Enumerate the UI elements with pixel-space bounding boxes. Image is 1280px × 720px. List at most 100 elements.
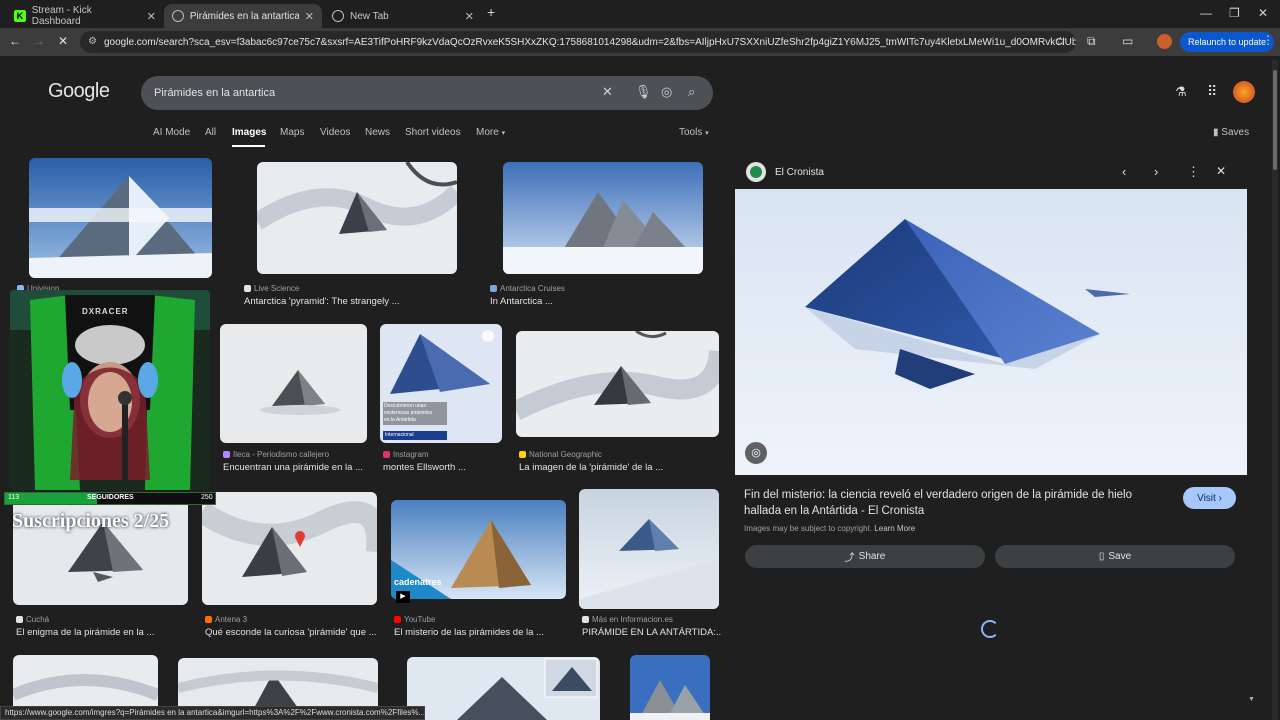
browser-toolbar: ← → ✕ ⚙ google.com/search?sca_esv=f3abac… [0, 28, 1280, 56]
pyramid-sky-image [407, 657, 600, 720]
result-source[interactable]: National Geographic [519, 450, 602, 459]
new-tab-plus-icon[interactable]: + [487, 4, 495, 20]
result-source[interactable]: Instagram [383, 450, 429, 459]
back-arrow-icon[interactable]: ← [9, 34, 21, 48]
account-avatar[interactable] [1233, 81, 1255, 103]
result-image[interactable] [29, 158, 212, 278]
visit-label: Visit [1197, 492, 1216, 504]
address-bar[interactable]: ⚙ google.com/search?sca_esv=f3abac6c97ce… [80, 31, 1076, 53]
site-logo[interactable] [746, 162, 766, 182]
tab-new-tab[interactable]: New Tab ✕ [324, 4, 482, 28]
maximize-icon[interactable]: ❐ [1229, 6, 1240, 20]
result-image[interactable] [13, 492, 188, 605]
google-logo[interactable]: Google [48, 80, 110, 103]
tab-news[interactable]: News [365, 127, 390, 138]
window-close-icon[interactable]: ✕ [1258, 6, 1268, 20]
tab-maps[interactable]: Maps [280, 127, 304, 138]
result-caption[interactable]: Qué esconde la curiosa 'pirámide' que ..… [205, 627, 380, 638]
tab-title: Stream - Kick Dashboard [31, 5, 92, 27]
tab-more[interactable]: More ▾ [476, 127, 505, 138]
relaunch-to-update-button[interactable]: Relaunch to update [1180, 32, 1275, 52]
stop-loading-icon[interactable]: ✕ [58, 34, 68, 48]
source-name: Más en Informacion.es [592, 615, 673, 624]
preview-site-name[interactable]: El Cronista [775, 167, 824, 178]
result-caption[interactable]: PIRÁMIDE EN LA ANTÁRTIDA:... [582, 627, 722, 638]
result-image[interactable] [220, 324, 367, 443]
tab-google-search[interactable]: Pirámides en la antartica - Goo ✕ [164, 4, 322, 28]
result-source[interactable]: YouTube [394, 615, 435, 624]
cadenatres-logo: cadenatres [394, 577, 442, 587]
scrollbar-thumb[interactable] [1273, 70, 1277, 170]
result-image[interactable]: cadenatres [391, 500, 566, 599]
saves-button[interactable]: ▮ Saves [1213, 127, 1249, 138]
site-info-icon[interactable]: ⚙ [88, 36, 97, 47]
result-caption[interactable]: La imagen de la 'pirámide' de la ... [519, 462, 719, 473]
result-image[interactable] [630, 655, 710, 720]
result-image[interactable] [579, 489, 719, 609]
share-label: Share [858, 551, 886, 562]
search-icon[interactable]: ⌕ [688, 84, 695, 100]
close-preview-icon[interactable]: ✕ [1216, 164, 1226, 178]
menu-kebab-icon[interactable]: ⋮ [1262, 33, 1274, 47]
labs-flask-icon[interactable]: ⚗ [1175, 84, 1187, 100]
result-caption[interactable]: El misterio de las pirámides de la ... [394, 627, 569, 638]
blue-pyramid-image [380, 324, 502, 443]
loading-spinner [981, 620, 999, 638]
forward-arrow-icon[interactable]: → [33, 34, 45, 48]
panel-scroll-down-icon[interactable]: ▼ [1248, 696, 1255, 703]
minimize-icon[interactable]: — [1200, 6, 1212, 20]
close-icon[interactable]: ✕ [305, 10, 314, 23]
source-name: YouTube [404, 615, 436, 624]
learn-more-link[interactable]: Learn More [874, 524, 915, 533]
result-source[interactable]: Antena 3 [205, 615, 247, 624]
previous-chevron-icon[interactable]: ‹ [1122, 164, 1126, 179]
result-caption[interactable]: In Antarctica ... [490, 296, 710, 307]
result-image[interactable] [503, 162, 703, 274]
result-image[interactable] [516, 331, 719, 437]
tab-images[interactable]: Images [232, 127, 266, 138]
result-caption[interactable]: Antarctica 'pyramid': The strangely ... [244, 296, 464, 307]
result-source[interactable]: Live Science [244, 284, 299, 293]
tab-all[interactable]: All [205, 127, 216, 138]
result-source[interactable]: Más en Informacion.es [582, 615, 673, 624]
result-image[interactable] [202, 492, 377, 605]
result-image[interactable] [257, 162, 457, 274]
preview-image[interactable]: ◎ [735, 189, 1247, 475]
overlay-line: misteriosas pirámides [384, 410, 433, 416]
profile-avatar[interactable] [1157, 34, 1172, 49]
more-options-icon[interactable]: ⋮ [1187, 164, 1200, 180]
result-source[interactable]: Cuchá [16, 615, 49, 624]
aerial-snow-pyramid-image [257, 162, 457, 274]
close-icon[interactable]: ✕ [465, 10, 474, 23]
result-caption[interactable]: El enigma de la pirámide en la ... [16, 627, 191, 638]
result-caption[interactable]: montes Ellsworth ... [383, 462, 508, 473]
tab-kick-dashboard[interactable]: K Stream - Kick Dashboard ✕ [6, 4, 164, 28]
tab-short-videos[interactable]: Short videos [405, 127, 461, 138]
extensions-puzzle-icon[interactable]: ⧉ [1087, 34, 1096, 49]
result-source[interactable]: Antarctica Cruises [490, 284, 565, 293]
tab-videos[interactable]: Videos [320, 127, 350, 138]
share-button[interactable]: ⤴ Share [745, 545, 985, 568]
lens-search-icon[interactable]: ◎ [745, 442, 767, 464]
apps-grid-icon[interactable]: ⠿ [1207, 83, 1217, 100]
result-image[interactable]: Descubrieron unas misteriosas pirámides … [380, 324, 502, 443]
clear-search-icon[interactable]: ✕ [602, 84, 613, 100]
lens-camera-icon[interactable]: ◎ [661, 84, 672, 100]
search-input[interactable]: Pirámides en la antartica [141, 76, 713, 110]
cast-icon[interactable]: ▭ [1122, 34, 1133, 48]
preview-title[interactable]: Fin del misterio: la ciencia reveló el v… [744, 487, 1169, 519]
next-chevron-icon[interactable]: › [1154, 164, 1158, 179]
bookmark-star-icon[interactable]: ☆ [1055, 34, 1066, 48]
page-scrollbar[interactable] [1272, 60, 1278, 720]
close-icon[interactable]: ✕ [147, 10, 156, 23]
result-caption[interactable]: Encuentran una pirámide en la ... [223, 462, 368, 473]
microphone-icon[interactable]: 🎙 [635, 84, 652, 100]
tools-button[interactable]: Tools ▾ [679, 127, 709, 138]
result-source[interactable]: Ileca - Periodismo callejero [223, 450, 329, 459]
tab-ai-mode[interactable]: AI Mode [153, 127, 190, 138]
play-video-icon[interactable]: ▶ [396, 591, 410, 603]
result-image[interactable] [407, 657, 600, 720]
visit-button[interactable]: Visit › [1183, 487, 1236, 509]
save-button[interactable]: ▯ Save [995, 545, 1235, 568]
source-name: Instagram [393, 450, 429, 459]
